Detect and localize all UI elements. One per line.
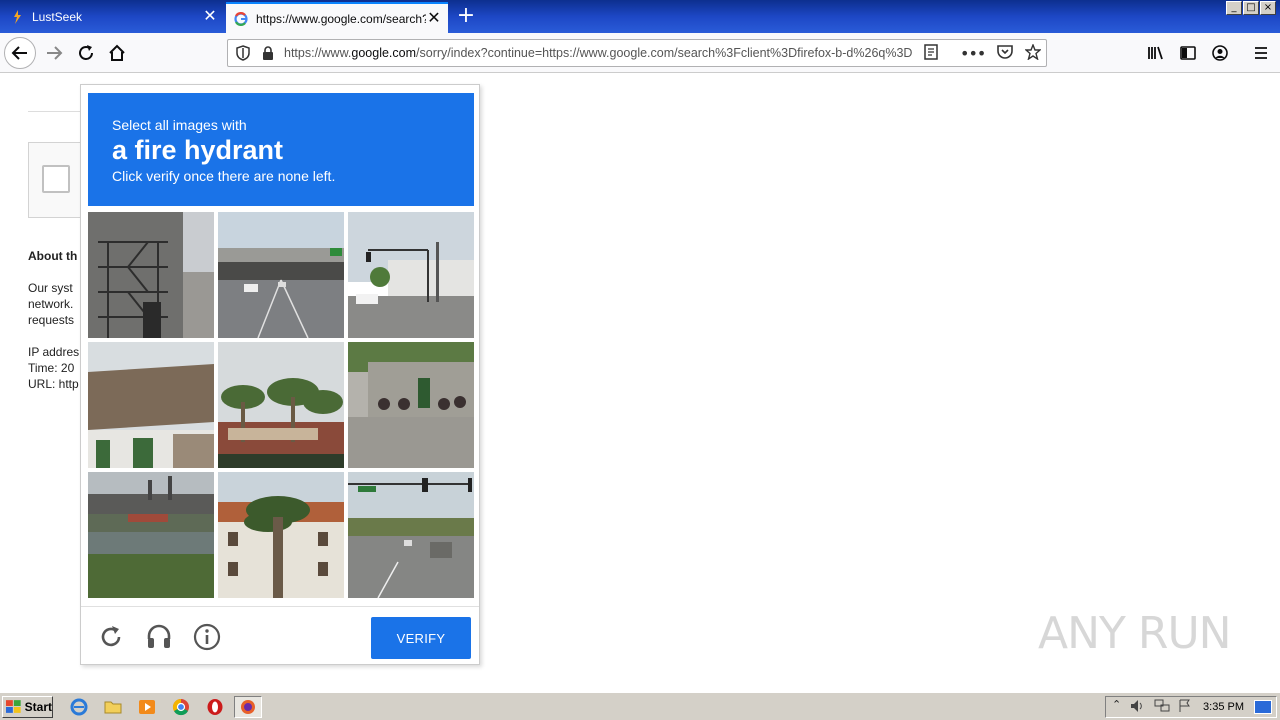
- folder-icon[interactable]: [104, 698, 122, 716]
- shield-icon[interactable]: [236, 45, 252, 61]
- firefox-icon: [241, 700, 255, 714]
- minimize-button[interactable]: _: [1226, 1, 1242, 15]
- account-icon: [1212, 45, 1228, 61]
- hamburger-icon: [1255, 47, 1267, 59]
- recaptcha-checkbox-card: [28, 142, 88, 218]
- tab-close-icon[interactable]: ✕: [202, 8, 218, 25]
- sidebar-icon: [1180, 46, 1196, 60]
- page-actions-icon[interactable]: •••: [960, 44, 986, 63]
- window-controls: _ □ ×: [1226, 1, 1276, 15]
- tab-lustseek[interactable]: LustSeek ✕: [0, 0, 224, 33]
- reload-icon: [79, 45, 93, 60]
- back-button[interactable]: [4, 37, 36, 69]
- start-button[interactable]: Start: [2, 696, 53, 718]
- image-tile[interactable]: [218, 342, 344, 468]
- watermark: ANY RUN: [1038, 608, 1232, 659]
- network-icon[interactable]: [1154, 699, 1170, 716]
- media-player-icon[interactable]: [138, 698, 156, 716]
- body-line: requests: [28, 313, 75, 327]
- google-favicon-icon: [234, 11, 248, 26]
- tab-strip: LustSeek ✕ https://www.google.com/search…: [0, 0, 1280, 33]
- ie-icon[interactable]: [70, 698, 88, 716]
- tab-title: https://www.google.com/search?c: [256, 11, 426, 26]
- clock[interactable]: 3:35 PM: [1203, 701, 1244, 713]
- library-button[interactable]: [1140, 37, 1172, 69]
- tab-google-search[interactable]: https://www.google.com/search?c ✕: [226, 2, 448, 33]
- challenge-header: Select all images with a fire hydrant Cl…: [88, 93, 474, 206]
- pocket-icon[interactable]: [997, 44, 1014, 62]
- windows-logo-icon: [6, 700, 21, 713]
- recaptcha-challenge: Select all images with a fire hydrant Cl…: [80, 84, 480, 665]
- opera-icon[interactable]: [206, 698, 224, 716]
- image-tile[interactable]: [88, 472, 214, 598]
- forward-button[interactable]: [38, 37, 70, 69]
- verify-button[interactable]: VERIFY: [371, 617, 471, 659]
- image-tile[interactable]: [218, 472, 344, 598]
- reader-view-icon[interactable]: [924, 43, 938, 63]
- reload-challenge-icon[interactable]: [95, 621, 127, 653]
- instruction-bottom: Click verify once there are none left.: [112, 168, 336, 184]
- new-tab-button[interactable]: +: [454, 4, 478, 28]
- info-line: IP addres: [28, 345, 80, 359]
- bookmark-star-icon[interactable]: [1024, 42, 1043, 63]
- tray-expand-icon[interactable]: ⌃: [1112, 698, 1121, 711]
- library-icon: [1148, 46, 1163, 60]
- reload-button[interactable]: [70, 37, 102, 69]
- system-tray: ⌃ 3:35 PM: [1105, 696, 1277, 718]
- about-heading: About th: [28, 249, 78, 263]
- restore-button[interactable]: □: [1243, 1, 1259, 15]
- sidebar-button[interactable]: [1172, 37, 1204, 69]
- url-text[interactable]: https://www.google.com/sorry/index?conti…: [284, 46, 916, 60]
- divider: [28, 111, 88, 112]
- home-icon: [109, 44, 125, 61]
- lock-icon[interactable]: [262, 46, 276, 60]
- chrome-icon[interactable]: [172, 698, 190, 716]
- instruction-top: Select all images with: [112, 117, 247, 133]
- tab-title: LustSeek: [32, 9, 83, 24]
- recaptcha-checkbox[interactable]: [42, 165, 70, 193]
- image-tile[interactable]: [88, 212, 214, 338]
- audio-challenge-icon[interactable]: [143, 621, 175, 653]
- volume-icon[interactable]: [1130, 699, 1146, 716]
- taskbar: Start ⌃ 3:35 PM: [0, 692, 1280, 720]
- image-tile[interactable]: [348, 342, 474, 468]
- url-bar[interactable]: https://www.google.com/sorry/index?conti…: [227, 39, 1047, 67]
- challenge-target: a fire hydrant: [112, 135, 284, 165]
- home-button[interactable]: [101, 37, 133, 69]
- navigation-toolbar: https://www.google.com/sorry/index?conti…: [0, 33, 1280, 73]
- challenge-footer: VERIFY: [81, 606, 479, 664]
- forward-arrow-icon: [47, 46, 63, 60]
- image-tile[interactable]: [218, 212, 344, 338]
- image-grid: [88, 212, 474, 598]
- firefox-taskbar-button[interactable]: [234, 696, 262, 718]
- show-desktop-icon[interactable]: [1254, 700, 1272, 714]
- image-tile[interactable]: [348, 472, 474, 598]
- image-tile[interactable]: [348, 212, 474, 338]
- back-arrow-icon: [11, 46, 27, 60]
- image-tile[interactable]: [88, 342, 214, 468]
- body-line: network.: [28, 297, 74, 311]
- info-line: Time: 20: [28, 361, 75, 375]
- menu-button[interactable]: [1245, 37, 1277, 69]
- lustseek-favicon-icon: [10, 9, 24, 24]
- account-button[interactable]: [1204, 37, 1236, 69]
- close-window-button[interactable]: ×: [1260, 1, 1276, 15]
- body-line: Our syst: [28, 281, 73, 295]
- info-icon[interactable]: [191, 621, 223, 653]
- tab-close-icon[interactable]: ✕: [426, 10, 442, 27]
- info-line: URL: http: [28, 377, 79, 391]
- flag-icon[interactable]: [1178, 699, 1192, 716]
